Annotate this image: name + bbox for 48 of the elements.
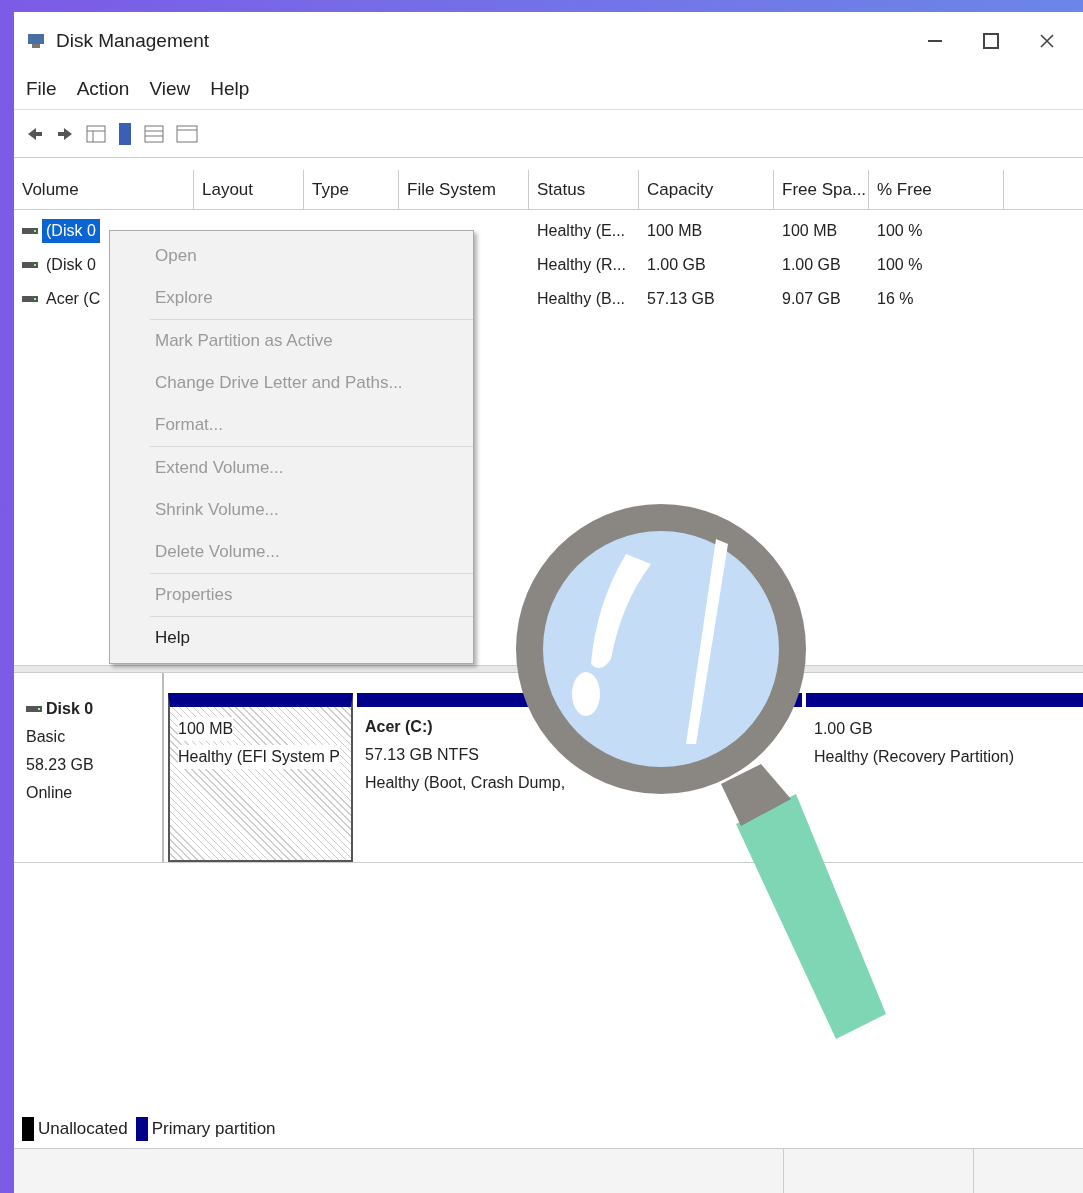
table-cell-text: (Disk 0 — [45, 255, 97, 275]
disk-info: Online — [26, 783, 74, 803]
table-cell-text: Acer (C — [45, 289, 102, 309]
table-cell: 100 MB — [782, 222, 838, 239]
legend-label: Unallocated — [38, 1117, 128, 1140]
menu-item[interactable]: Help — [210, 75, 250, 104]
table-icon[interactable] — [86, 124, 106, 143]
table-cell: 100 % — [877, 256, 923, 273]
table-cell: 100 MB — [647, 222, 703, 239]
partition-block[interactable]: 100 MB Healthy (EFI System P — [168, 693, 353, 862]
table-cell: Healthy (B... — [537, 290, 626, 307]
back-icon[interactable] — [26, 125, 44, 142]
table-cell: Healthy (E... — [537, 222, 626, 239]
table-icon[interactable] — [144, 124, 164, 143]
table-cell: (Disk 0 — [42, 219, 100, 243]
table-cell: 9.07 GB — [782, 290, 841, 307]
context-menu-item[interactable]: Help — [150, 617, 473, 659]
table-cell: 100 % — [877, 222, 923, 239]
table-cell: Healthy (R... — [537, 256, 626, 273]
column-header[interactable]: Status — [529, 170, 639, 209]
column-header[interactable]: Type — [304, 170, 399, 209]
partition-info: 100 MB — [178, 717, 234, 741]
table-cell: 1.00 GB — [647, 256, 706, 273]
menu-item[interactable]: View — [149, 75, 191, 104]
disk-info: Basic — [26, 727, 67, 747]
table-cell: 57.13 GB — [647, 290, 715, 307]
menu-item[interactable]: Action — [76, 75, 130, 104]
help-icon[interactable] — [118, 121, 132, 146]
close-icon — [1039, 33, 1055, 49]
window-icon[interactable] — [176, 124, 198, 143]
menu-item[interactable]: File — [26, 75, 57, 104]
minimize-icon — [928, 40, 942, 42]
column-header[interactable]: Layout — [194, 170, 304, 209]
table-cell: 16 % — [877, 290, 914, 307]
disk-name: Disk 0 — [46, 699, 94, 719]
partition-title: Acer (C:) — [365, 717, 434, 737]
partition-info: Healthy (EFI System P — [178, 745, 340, 769]
window-title: Disk Management — [56, 28, 211, 53]
maximize-icon — [983, 33, 999, 49]
column-header[interactable]: Volume — [14, 170, 194, 209]
column-header[interactable]: % Free — [869, 170, 1004, 209]
column-header[interactable]: Capacity — [639, 170, 774, 209]
column-header[interactable]: File System — [399, 170, 529, 209]
column-header[interactable]: Free Spa... — [774, 170, 869, 209]
forward-icon[interactable] — [56, 125, 74, 142]
disk-info: 58.23 GB — [26, 755, 95, 775]
legend-label: Primary partition — [151, 1117, 276, 1140]
table-cell: 1.00 GB — [782, 256, 841, 273]
